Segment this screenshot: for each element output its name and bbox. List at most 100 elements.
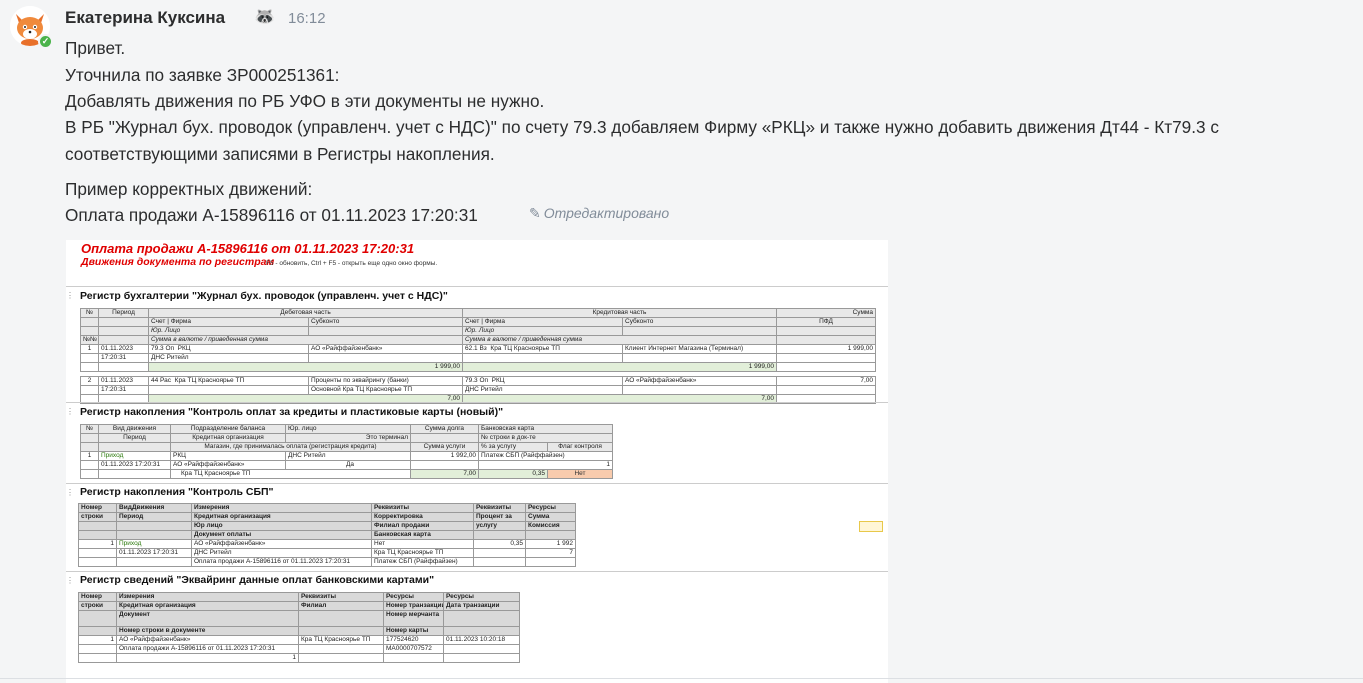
col-header: ПФД: [776, 317, 877, 327]
col-header: Номер карты: [383, 626, 444, 636]
cell: 1: [78, 539, 117, 549]
message-line: Привет.: [65, 38, 126, 58]
col-header: Измерения: [116, 592, 299, 602]
cell: 7: [525, 548, 576, 558]
cell: ДНС Ритейл: [285, 451, 411, 461]
col-header: Это терминал: [285, 433, 411, 443]
table-row[interactable]: 17:20:31 Основной Кра ТЦ Красноярье ТП Д…: [80, 385, 877, 395]
col-header: Фирма: [484, 318, 505, 326]
col-header: №: [80, 308, 99, 318]
col-header: Сумма в валюте / приведенная сумма: [148, 335, 463, 345]
cell: Нет: [371, 539, 474, 549]
cell: АО «Райффайзенбанк»: [170, 460, 286, 470]
col-header: Документ: [116, 610, 299, 627]
col-header: Филиал: [298, 601, 384, 611]
cell: 0,35: [478, 469, 548, 479]
chat-message: ✓ Екатерина Куксина 🦝 16:12 Привет. Уточ…: [0, 0, 1363, 683]
col-header: Реквизиты: [371, 503, 474, 513]
cell: 1 999,00: [461, 362, 778, 372]
cell: ДНС Ритейл: [462, 385, 623, 395]
cell: Оплата продажи А-15896116 от 01.11.2023 …: [191, 557, 372, 567]
col-header: Корректировка: [371, 512, 474, 522]
table-row[interactable]: 17:20:31 ДНС Ритейл: [80, 353, 877, 363]
col-header: №№: [80, 335, 99, 345]
col-header: Номер транзакции: [383, 601, 444, 611]
scroll-marker[interactable]: [859, 521, 883, 532]
cell: 1: [78, 635, 117, 645]
col-header: Счет: [151, 318, 166, 326]
doc-title: Оплата продажи А-15896116 от 01.11.2023 …: [81, 241, 415, 256]
cell: Кра ТЦ Красноярье ТП: [170, 469, 411, 479]
col-header: Реквизиты: [298, 592, 384, 602]
divider: [66, 286, 888, 287]
col-header: Банковская карта: [371, 530, 474, 540]
collapse-icon[interactable]: ⋮: [66, 488, 74, 497]
message-time: 16:12: [288, 10, 326, 27]
cell: 79.3 Оп: [151, 345, 175, 353]
collapse-icon[interactable]: ⋮: [66, 576, 74, 585]
col-header: Магазин, где принималась оплата (регистр…: [170, 442, 411, 452]
col-header: Период: [98, 433, 171, 443]
reg2-title: Регистр накопления "Контроль оплат за кр…: [80, 406, 504, 418]
table-row[interactable]: 1 Приход АО «Райффайзенбанк» Нет 0,35 1 …: [78, 539, 576, 549]
table-row[interactable]: Кра ТЦ Красноярье ТП 7,00 0,35 Нет: [80, 469, 613, 479]
cell: Оплата продажи А-15896116 от 01.11.2023 …: [116, 644, 299, 654]
col-header: Сумма в валюте / приведенная сумма: [461, 335, 778, 345]
col-header: строки: [78, 512, 117, 522]
attached-screenshot[interactable]: Оплата продажи А-15896116 от 01.11.2023 …: [66, 240, 888, 683]
col-header: ВидДвижения: [116, 503, 192, 513]
col-header: Дебетовая часть: [148, 308, 463, 318]
table-row[interactable]: Оплата продажи А-15896116 от 01.11.2023 …: [78, 557, 576, 567]
cell: 01.11.2023 17:20:31: [98, 460, 171, 470]
col-header: Период: [98, 308, 149, 318]
table-row[interactable]: 1: [78, 653, 520, 663]
table-row[interactable]: 01.11.2023 17:20:31 АО «Райффайзенбанк» …: [80, 460, 613, 470]
collapse-icon[interactable]: ⋮: [66, 407, 74, 416]
doc-hint: F5 - обновить, Ctrl + F5 - открыть еще о…: [266, 260, 438, 267]
col-header: Филиал продажи: [371, 521, 474, 531]
divider: [0, 678, 1363, 679]
col-header: Банковская карта: [478, 424, 613, 434]
col-header: № строки в док-те: [478, 433, 613, 443]
col-header: Номер: [78, 592, 117, 602]
table-row[interactable]: 1 АО «Райффайзенбанк» Кра ТЦ Красноярье …: [78, 635, 520, 645]
cell: 44 Рас: [151, 377, 172, 385]
cell: Кра ТЦ Красноярье ТП: [298, 635, 384, 645]
table-row[interactable]: 01.11.2023 17:20:31 ДНС Ритейл Кра ТЦ Кр…: [78, 548, 576, 558]
collapse-icon[interactable]: ⋮: [66, 291, 74, 300]
cell: 1: [478, 460, 613, 470]
table-row[interactable]: 2 01.11.2023 44 Рас Кра ТЦ Красноярье ТП…: [80, 376, 877, 386]
message-line: Оплата продажи А-15896116 от 01.11.2023 …: [65, 205, 478, 225]
col-header: Сумма долга: [410, 424, 479, 434]
cell: 1 992: [525, 539, 576, 549]
message-line: Добавлять движения по РБ УФО в эти докум…: [65, 91, 545, 111]
divider: [66, 402, 888, 403]
cell: 01.11.2023 17:20:31: [116, 548, 192, 558]
cell: Приход: [116, 539, 192, 549]
message-line: Пример корректных движений:: [65, 179, 313, 199]
col-header: Измерения: [191, 503, 372, 513]
cell: ДНС Ритейл: [148, 353, 309, 363]
edited-text: Отредактировано: [543, 205, 670, 221]
col-header: Комиссия: [525, 521, 576, 531]
cell: АО «Райффайзенбанк»: [191, 539, 372, 549]
pencil-icon: ✎: [529, 205, 541, 221]
cell: РКЦ: [177, 345, 191, 353]
col-header: Юр. лицо: [285, 424, 411, 434]
col-header: Подразделение баланса: [170, 424, 286, 434]
col-header: Юр. Лицо: [148, 326, 309, 336]
col-header: % за услугу: [478, 442, 548, 452]
author-name[interactable]: Екатерина Куксина: [65, 8, 225, 28]
cell: 7,00: [776, 376, 877, 386]
cell: Платеж СБП (Райффайзен): [371, 557, 474, 567]
reg4-title: Регистр сведений "Эквайринг данные оплат…: [80, 574, 435, 586]
cell: ДНС Ритейл: [191, 548, 372, 558]
table-row[interactable]: 1 999,00 1 999,00: [80, 362, 877, 372]
cell: Кра ТЦ Красноярье ТП: [174, 377, 245, 385]
table-row[interactable]: Оплата продажи А-15896116 от 01.11.2023 …: [78, 644, 520, 654]
table-row[interactable]: 1 Приход РКЦ ДНС Ритейл 1 992,00 Платеж …: [80, 451, 613, 461]
table-row[interactable]: 1 01.11.2023 79.3 Оп РКЦ АО «Райффайзенб…: [80, 344, 877, 354]
cell: АО «Райффайзенбанк»: [116, 635, 299, 645]
cell: Приход: [98, 451, 171, 461]
col-header: Сумма: [776, 308, 877, 318]
